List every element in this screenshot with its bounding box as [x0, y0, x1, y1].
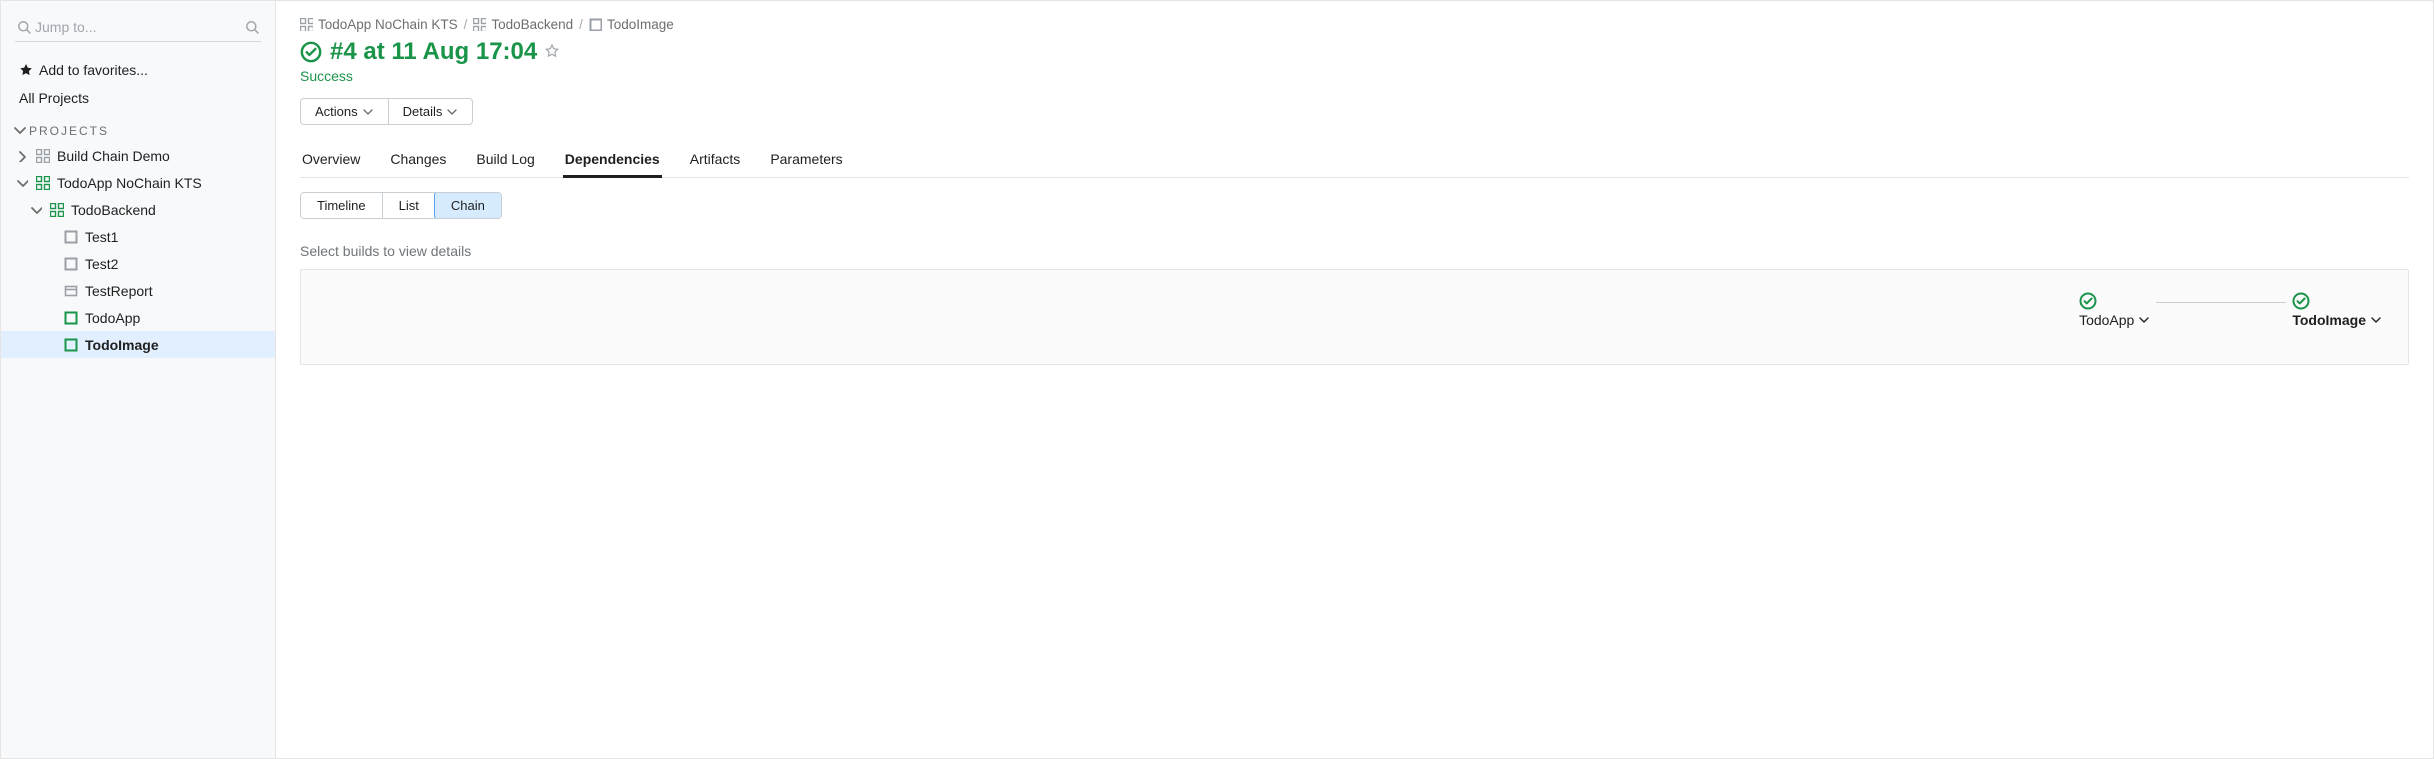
success-check-icon	[2292, 292, 2310, 310]
search-shortcut-icon	[245, 20, 259, 34]
tree-item-label: TestReport	[85, 283, 153, 299]
all-projects-link[interactable]: All Projects	[1, 84, 275, 112]
build-config-icon	[63, 338, 79, 352]
projects-section-header[interactable]: PROJECTS	[1, 112, 275, 142]
breadcrumb-item[interactable]: TodoImage	[589, 17, 674, 32]
tree-item[interactable]: Test1	[1, 223, 275, 250]
search-box[interactable]	[15, 13, 261, 42]
tree-item[interactable]: TestReport	[1, 277, 275, 304]
breadcrumb-separator: /	[579, 17, 583, 32]
chain-node[interactable]: TodoApp	[2079, 292, 2150, 328]
tab[interactable]: Changes	[388, 145, 448, 177]
build-config-icon	[63, 230, 79, 244]
workflow-icon	[35, 149, 51, 163]
view-mode-button[interactable]: Timeline	[301, 193, 382, 218]
view-mode-switch: TimelineListChain	[300, 192, 502, 219]
view-mode-button[interactable]: List	[382, 193, 435, 218]
chain-node-label: TodoImage	[2292, 312, 2366, 328]
tree-item-label: Test1	[85, 229, 118, 245]
build-title: #4 at 11 Aug 17:04	[330, 38, 537, 66]
build-config-icon	[63, 311, 79, 325]
tab[interactable]: Overview	[300, 145, 362, 177]
report-icon	[63, 284, 79, 298]
projects-tree: Build Chain Demo TodoApp NoChain KTS TodoB…	[1, 142, 275, 364]
tab[interactable]: Parameters	[768, 145, 844, 177]
actions-button[interactable]: Actions	[300, 98, 389, 125]
tree-item-label: TodoBackend	[71, 202, 156, 218]
chain-node[interactable]: TodoImage	[2292, 292, 2382, 328]
chain-node-label: TodoApp	[2079, 312, 2134, 328]
all-projects-label: All Projects	[19, 90, 89, 106]
tree-item[interactable]: Test2	[1, 250, 275, 277]
sidebar: Add to favorites... All Projects PROJECT…	[1, 1, 276, 758]
details-label: Details	[403, 104, 443, 119]
chevron-down-icon[interactable]	[29, 204, 43, 216]
chain-panel: TodoApp TodoImage	[300, 269, 2409, 365]
build-config-icon	[63, 257, 79, 271]
breadcrumb-item[interactable]: TodoApp NoChain KTS	[300, 17, 458, 32]
workflow-icon	[49, 203, 65, 217]
build-status: Success	[300, 68, 2409, 84]
projects-section-title: PROJECTS	[29, 124, 109, 138]
selection-hint: Select builds to view details	[300, 243, 2409, 259]
breadcrumb-label: TodoImage	[607, 17, 674, 32]
chevron-right-icon[interactable]	[15, 150, 29, 162]
add-favorites-link[interactable]: Add to favorites...	[1, 56, 275, 84]
breadcrumb-label: TodoBackend	[491, 17, 573, 32]
search-input[interactable]	[31, 17, 245, 37]
actions-label: Actions	[315, 104, 358, 119]
main-content: TodoApp NoChain KTS / TodoBackend / TodoImag…	[276, 1, 2433, 758]
chain-node-label-row: TodoImage	[2292, 312, 2382, 328]
tree-item-label: TodoApp NoChain KTS	[57, 175, 202, 191]
tab[interactable]: Dependencies	[563, 145, 662, 177]
breadcrumb-label: TodoApp NoChain KTS	[318, 17, 458, 32]
caret-down-icon	[362, 106, 374, 118]
favorite-star-icon[interactable]	[545, 44, 561, 60]
workflow-icon	[35, 176, 51, 190]
build-tabs: Overview Changes Build Log Dependencies Arti…	[300, 145, 2409, 178]
view-mode-button[interactable]: Chain	[434, 192, 502, 219]
chain-node-label-row: TodoApp	[2079, 312, 2150, 328]
tree-item-label: Build Chain Demo	[57, 148, 170, 164]
chevron-down-icon	[13, 124, 27, 138]
caret-down-icon	[2138, 314, 2150, 326]
success-check-icon	[300, 41, 322, 63]
action-button-group: Actions Details	[300, 98, 2409, 125]
build-chain: TodoApp TodoImage	[2079, 292, 2382, 328]
tree-item[interactable]: TodoApp NoChain KTS	[1, 169, 275, 196]
breadcrumb: TodoApp NoChain KTS / TodoBackend / TodoImag…	[300, 17, 2409, 32]
caret-down-icon	[2370, 314, 2382, 326]
tab[interactable]: Build Log	[474, 145, 536, 177]
tree-item-label: TodoApp	[85, 310, 140, 326]
star-icon	[19, 63, 33, 77]
success-check-icon	[2079, 292, 2097, 310]
chain-connector	[2156, 302, 2286, 303]
breadcrumb-item[interactable]: TodoBackend	[473, 17, 573, 32]
details-button[interactable]: Details	[389, 98, 474, 125]
tree-item[interactable]: Build Chain Demo	[1, 142, 275, 169]
workflow-icon	[473, 18, 486, 31]
build-config-icon	[589, 18, 602, 31]
workflow-icon	[300, 18, 313, 31]
caret-down-icon	[446, 106, 458, 118]
tree-item-label: Test2	[85, 256, 118, 272]
tree-item[interactable]: TodoApp	[1, 304, 275, 331]
tree-item[interactable]: TodoBackend	[1, 196, 275, 223]
search-icon	[17, 20, 31, 34]
breadcrumb-separator: /	[464, 17, 468, 32]
tree-item[interactable]: TodoImage	[1, 331, 275, 358]
build-title-row: #4 at 11 Aug 17:04	[300, 38, 2409, 66]
add-favorites-label: Add to favorites...	[39, 62, 148, 78]
tab[interactable]: Artifacts	[688, 145, 743, 177]
tree-item-label: TodoImage	[85, 337, 159, 353]
chevron-down-icon[interactable]	[15, 177, 29, 189]
